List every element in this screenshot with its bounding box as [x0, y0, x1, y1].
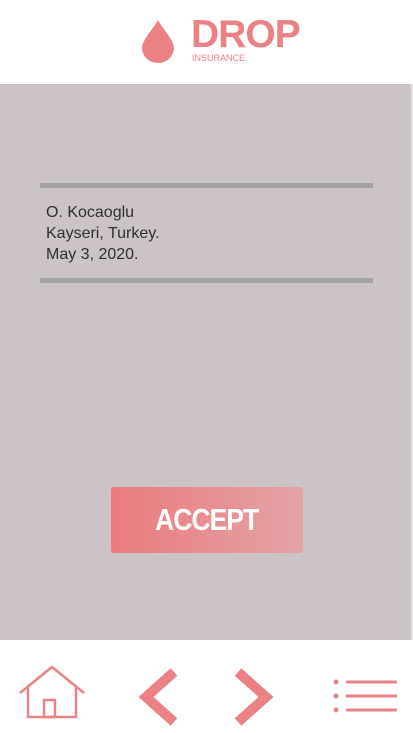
back-button[interactable]: [136, 668, 180, 726]
forward-button[interactable]: [232, 668, 276, 726]
signer-name: O. Kocaoglu: [46, 204, 135, 221]
bottom-divider: [40, 278, 373, 283]
top-divider: [40, 183, 373, 188]
accept-button[interactable]: ACCEPT: [111, 487, 303, 553]
menu-button[interactable]: [330, 678, 400, 716]
accept-button-label: ACCEPT: [155, 502, 259, 537]
menu-icon: [333, 679, 397, 713]
chevron-right-icon: [234, 668, 274, 726]
logo-subtitle: INSURANCE: [192, 53, 246, 63]
signed-date: May 3, 2020.: [46, 246, 139, 263]
main-content: O. Kocaoglu Kayseri, Turkey. May 3, 2020…: [0, 84, 413, 640]
app-header: DROP INSURANCE: [0, 0, 413, 84]
home-icon: [19, 665, 85, 719]
document-info: O. Kocaoglu Kayseri, Turkey. May 3, 2020…: [46, 202, 160, 265]
signer-location: Kayseri, Turkey.: [46, 225, 160, 242]
home-button[interactable]: [16, 664, 88, 720]
bottom-navigation: [0, 640, 413, 733]
chevron-left-icon: [138, 668, 178, 726]
water-drop-icon: [142, 20, 174, 63]
drop-insurance-logo: DROP INSURANCE: [140, 15, 301, 66]
logo-wordmark: DROP: [191, 13, 301, 56]
